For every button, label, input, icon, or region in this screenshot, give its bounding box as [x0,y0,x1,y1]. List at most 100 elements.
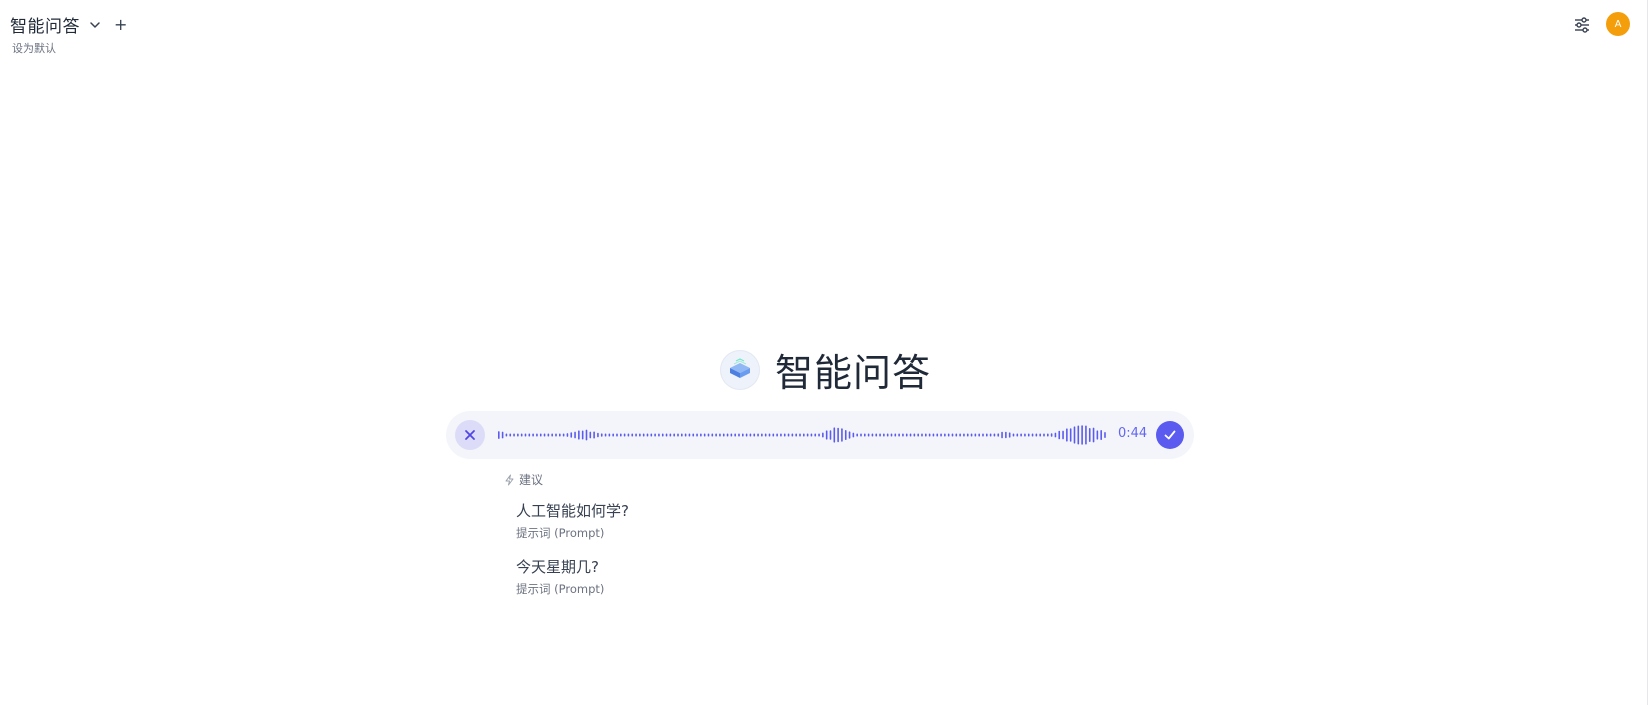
sliders-icon[interactable] [1573,16,1591,34]
waveform-bar [936,433,939,437]
waveform-bar [520,433,523,437]
waveform-bar [604,433,607,437]
model-selector[interactable]: 智能问答 + [10,12,127,37]
waveform-bar [886,433,889,437]
waveform-bar [745,433,748,437]
waveform-bar [1100,430,1102,440]
waveform-bar [947,433,950,437]
add-model-button[interactable]: + [114,16,127,33]
waveform-bar [917,433,919,437]
waveform-bar [913,433,916,437]
waveform-bar [1012,433,1015,437]
model-title[interactable]: 智能问答 [10,12,80,37]
set-default-link[interactable]: 设为默认 [12,40,56,56]
waveform-bar [837,427,839,443]
waveform-bar [848,431,851,439]
chevron-down-icon[interactable] [88,18,102,32]
waveform-bar [1081,425,1083,445]
waveform-bar [700,433,702,437]
waveform-bar [1020,433,1022,437]
waveform-bar [578,430,580,440]
waveform-bar [677,433,679,437]
waveform-bar [1031,433,1034,437]
waveform-bar [795,433,797,437]
waveform-bar [822,432,824,438]
waveform-bar [806,433,809,437]
waveform-bar [883,433,885,437]
waveform-bar [722,433,725,437]
waveform-bar [517,433,519,437]
waveform-bar [787,433,790,437]
waveform-bar [539,433,542,437]
waveform-bar [524,433,527,437]
waveform-bar [585,429,588,441]
model-logo-icon [720,349,760,390]
waveform-bar [742,433,744,437]
waveform-bar [566,433,569,437]
confirm-recording-button[interactable] [1156,421,1184,449]
waveform-bar [734,433,736,437]
suggestion-title: 人工智能如何学? [516,502,629,520]
waveform-bar [661,433,664,437]
waveform-bar [669,433,672,437]
waveform-bar [764,433,767,437]
waveform-bar [642,433,645,437]
chat-page: 智能问答 + 设为默认 A 智能问答 0:44 建议 人工智能如何学? 提示词 … [0,0,1648,705]
close-icon [465,430,475,440]
waveform-bar [810,433,813,437]
suggestion-item[interactable]: 人工智能如何学? 提示词 (Prompt) [516,500,629,541]
waveform-bar [898,433,900,437]
waveform-bar [696,433,698,437]
waveform-bar [776,433,778,437]
waveform-bar [726,433,729,437]
waveform-bar [1035,433,1038,437]
waveform-bar [1024,433,1026,437]
waveform-bar [879,433,881,437]
hero: 智能问答 [720,342,931,397]
waveform-bar [570,432,573,438]
suggestions-label: 建议 [519,473,544,487]
waveform-bar [707,433,710,437]
waveform-bar [597,432,599,438]
waveform-bar [555,433,557,437]
waveform-bar [982,433,984,437]
avatar[interactable]: A [1606,12,1630,36]
voice-recorder: 0:44 [446,411,1194,459]
waveform-bar [1096,430,1099,440]
waveform-bar [639,433,641,437]
waveform-bar [818,433,820,437]
waveform-bar [620,433,622,437]
waveform-bar [562,433,565,437]
waveform-bar [780,433,782,437]
waveform-bar [1043,433,1045,437]
waveform-bar [757,433,759,437]
waveform-bar [944,433,946,437]
waveform-bar [1088,428,1091,442]
waveform-bar [681,433,683,437]
waveform-bar [730,433,733,437]
waveform-bar [600,433,603,437]
waveform-bar [1073,426,1076,444]
waveform-bar [963,433,965,437]
waveform-bar [650,433,653,437]
waveform-bar [833,427,836,443]
waveform-bar [715,433,717,437]
waveform-bar [783,433,786,437]
waveform-bar [1054,432,1057,438]
waveform-bar [1069,428,1072,442]
waveform-bar [1066,428,1068,442]
waveform-bar [860,433,862,437]
waveform-bar [978,433,980,437]
waveform-bar [799,433,801,437]
waveform-bar [1058,430,1061,440]
recording-timer: 0:44 [1118,426,1148,441]
check-icon [1164,430,1176,440]
waveform-bar [749,433,752,437]
waveform-bar [1085,425,1087,445]
waveform-bar [547,433,550,437]
waveform-bar [1092,427,1095,443]
waveform-bar [616,433,618,437]
waveform-bar [513,433,515,437]
suggestion-item[interactable]: 今天星期几? 提示词 (Prompt) [516,556,604,597]
cancel-recording-button[interactable] [455,420,485,450]
